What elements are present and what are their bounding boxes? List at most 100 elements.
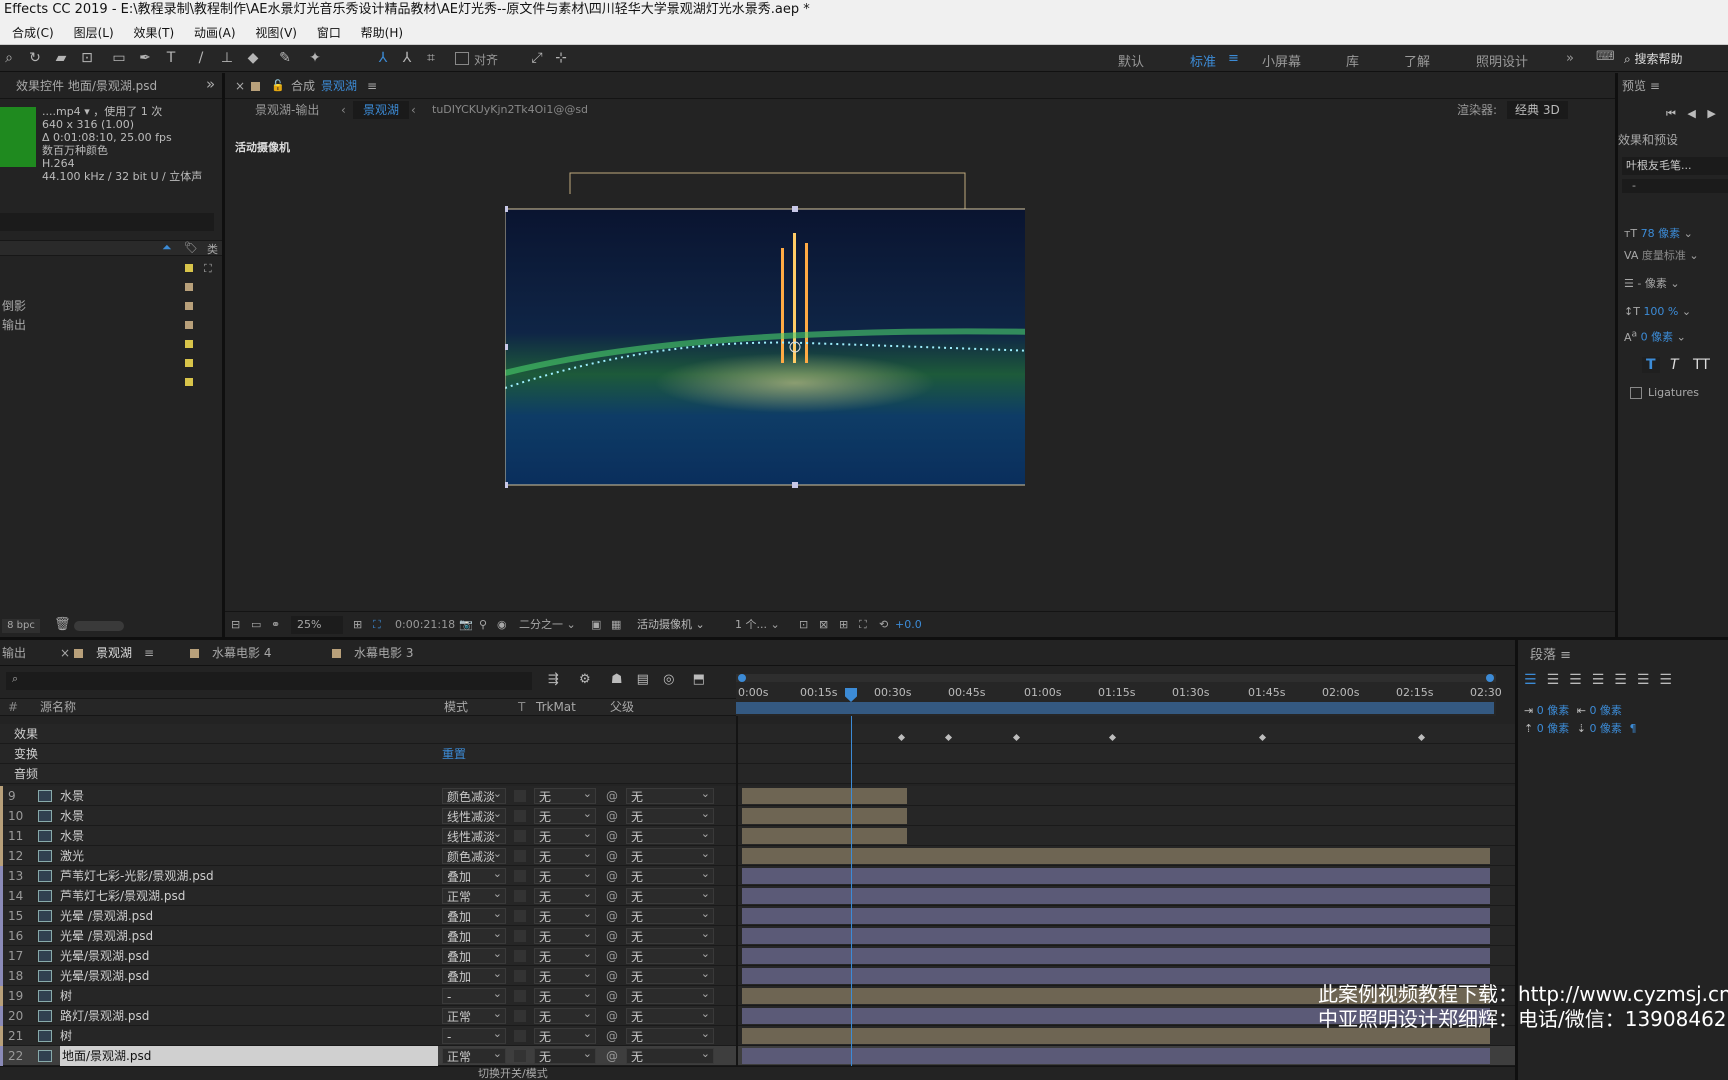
preserve-transparency-toggle[interactable]	[514, 950, 526, 962]
trkmat-select[interactable]: 无	[534, 1046, 596, 1064]
preserve-transparency-toggle[interactable]	[514, 830, 526, 842]
trkmat-select[interactable]: 无	[534, 986, 596, 1004]
work-area-start[interactable]	[738, 674, 746, 682]
blend-mode-select[interactable]: 正常	[442, 1006, 506, 1024]
pickwhip-icon[interactable]: @	[606, 786, 618, 806]
layer-row[interactable]: 17 光晕/景观湖.psd 叠加 无 @ 无	[0, 946, 1520, 966]
show-snapshot-icon[interactable]: ⚲	[479, 612, 487, 638]
pickwhip-icon[interactable]: @	[606, 846, 618, 866]
pickwhip-icon[interactable]: @	[606, 926, 618, 946]
pan-behind-tool-icon[interactable]: ⊡	[78, 49, 96, 67]
faux-bold-icon[interactable]: T	[1642, 357, 1660, 373]
layer-row[interactable]: 22 地面/景观湖.psd正常 无 @ 无	[0, 1046, 1520, 1066]
faux-italic-icon[interactable]: T	[1670, 357, 1679, 373]
parent-select[interactable]: 无	[626, 946, 714, 964]
first-frame-icon[interactable]: ⏮	[1666, 107, 1676, 120]
blend-mode-select[interactable]: 叠加	[442, 866, 506, 884]
layer-label-color[interactable]	[0, 806, 3, 826]
layer-row[interactable]: 12 激光 颜色减淡 无 @ 无	[0, 846, 1520, 866]
layer-duration-bar[interactable]	[742, 828, 907, 844]
layer-row[interactable]: 19 树 - 无 @ 无	[0, 986, 1520, 1006]
menu-view[interactable]: 视图(V)	[255, 26, 297, 40]
layer-name[interactable]: 树	[60, 1026, 72, 1046]
zoom-select[interactable]: 25%	[291, 616, 343, 634]
resolution-select[interactable]: 二分之一 ⌄	[515, 616, 583, 634]
blend-mode-select[interactable]: 线性减淡	[442, 826, 506, 844]
views-select[interactable]: 1 个... ⌄	[733, 616, 789, 634]
tab-output[interactable]: 输出	[2, 640, 26, 666]
world-axis-icon[interactable]: ⅄	[398, 49, 416, 67]
type-tool-icon[interactable]: T	[162, 49, 180, 67]
sort-arrow-icon[interactable]: ⏶	[162, 240, 172, 255]
timecode[interactable]: 0:00:21:18	[395, 612, 455, 638]
workspace-standard[interactable]: 标准	[1190, 51, 1216, 70]
reset-link[interactable]: 重置	[442, 744, 466, 764]
renderer-value[interactable]: 经典 3D	[1507, 101, 1568, 119]
trkmat-select[interactable]: 无	[534, 1006, 596, 1024]
layer-row[interactable]: 9 水景 颜色减淡 无 @ 无	[0, 786, 1520, 806]
parent-select[interactable]: 无	[626, 926, 714, 944]
list-item[interactable]: ⛶	[0, 259, 222, 278]
trkmat-select[interactable]: 无	[534, 886, 596, 904]
layer-name[interactable]: 芦苇灯七彩/景观湖.psd	[60, 886, 185, 906]
crumb-output[interactable]: 景观湖-输出	[255, 99, 319, 121]
layer-duration-bar[interactable]	[742, 948, 1490, 964]
toggle-switches-modes[interactable]: 切换开关/模式	[478, 1067, 548, 1080]
timeline-icon[interactable]: ⊞	[839, 612, 848, 638]
search-help[interactable]: ⌕ 搜索帮助	[1624, 49, 1728, 69]
blend-mode-select[interactable]: 颜色减淡	[442, 846, 506, 864]
preserve-transparency-toggle[interactable]	[514, 990, 526, 1002]
draft-3d-icon[interactable]: ⚙	[579, 672, 591, 687]
blend-mode-select[interactable]: 叠加	[442, 926, 506, 944]
workspace-small-screen[interactable]: 小屏幕	[1262, 51, 1301, 70]
handle[interactable]	[792, 206, 798, 212]
layer-duration-bar[interactable]	[742, 1048, 1490, 1064]
pickwhip-icon[interactable]: @	[606, 946, 618, 966]
shy-layers-icon[interactable]: ☗	[611, 672, 623, 687]
exposure-value[interactable]: +0.0	[895, 612, 922, 638]
list-item[interactable]	[0, 278, 222, 297]
blend-mode-select[interactable]: -	[442, 1026, 506, 1044]
layer-row[interactable]: 18 光晕/景观湖.psd 叠加 无 @ 无	[0, 966, 1520, 986]
space-before-value[interactable]: 0 像素	[1537, 722, 1570, 735]
work-area-end[interactable]	[1486, 674, 1494, 682]
parent-select[interactable]: 无	[626, 1046, 714, 1064]
pickwhip-icon[interactable]: @	[606, 966, 618, 986]
trkmat-select[interactable]: 无	[534, 846, 596, 864]
layer-row[interactable]: 15 光晕 /景观湖.psd 叠加 无 @ 无	[0, 906, 1520, 926]
col-parent[interactable]: 父级	[610, 699, 634, 716]
pickwhip-icon[interactable]: @	[606, 1026, 618, 1046]
frame-blending-icon[interactable]: ▤	[637, 672, 649, 687]
layer-label-color[interactable]	[0, 786, 3, 806]
trkmat-select[interactable]: 无	[534, 1026, 596, 1044]
paragraph-menu-icon[interactable]: ≡	[1560, 648, 1571, 663]
blend-mode-select[interactable]: 颜色减淡	[442, 786, 506, 804]
kerning-value[interactable]: 度量标准	[1642, 249, 1686, 262]
layer-row[interactable]: 13 芦苇灯七彩-光影/景观湖.psd 叠加 无 @ 无	[0, 866, 1520, 886]
trkmat-select[interactable]: 无	[534, 826, 596, 844]
render-range-bar[interactable]	[736, 702, 1494, 714]
font-style-select[interactable]: -	[1622, 179, 1728, 193]
pickwhip-icon[interactable]: @	[606, 1046, 618, 1066]
layer-name[interactable]: 光晕/景观湖.psd	[60, 946, 149, 966]
puppet-pin-tool-icon[interactable]: ✦	[306, 49, 324, 67]
roi-icon[interactable]: ▣	[591, 612, 601, 638]
parent-select[interactable]: 无	[626, 986, 714, 1004]
indent-left-value[interactable]: 0 像素	[1537, 704, 1570, 717]
layer-row[interactable]: 10 水景 线性减淡 无 @ 无	[0, 806, 1520, 826]
vertical-scale-value[interactable]: 100 %	[1643, 305, 1678, 318]
trkmat-select[interactable]: 无	[534, 926, 596, 944]
preview-menu-icon[interactable]: ≡	[1650, 79, 1660, 93]
trkmat-select[interactable]: 无	[534, 946, 596, 964]
blend-mode-select[interactable]: 叠加	[442, 946, 506, 964]
layer-label-color[interactable]	[0, 946, 3, 966]
local-axis-icon[interactable]: ⅄	[374, 49, 392, 67]
lock-icon[interactable]: 🔓	[271, 73, 285, 99]
tab-menu-icon[interactable]: ≡	[144, 640, 154, 666]
region-icon[interactable]: ⛶	[373, 612, 381, 638]
pickwhip-icon[interactable]: @	[606, 866, 618, 886]
panel-expand-icon[interactable]: »	[206, 75, 215, 93]
layer-label-color[interactable]	[0, 1026, 3, 1046]
justify-center-icon[interactable]: ☰	[1614, 672, 1637, 688]
layer-duration-bar[interactable]	[742, 888, 1490, 904]
